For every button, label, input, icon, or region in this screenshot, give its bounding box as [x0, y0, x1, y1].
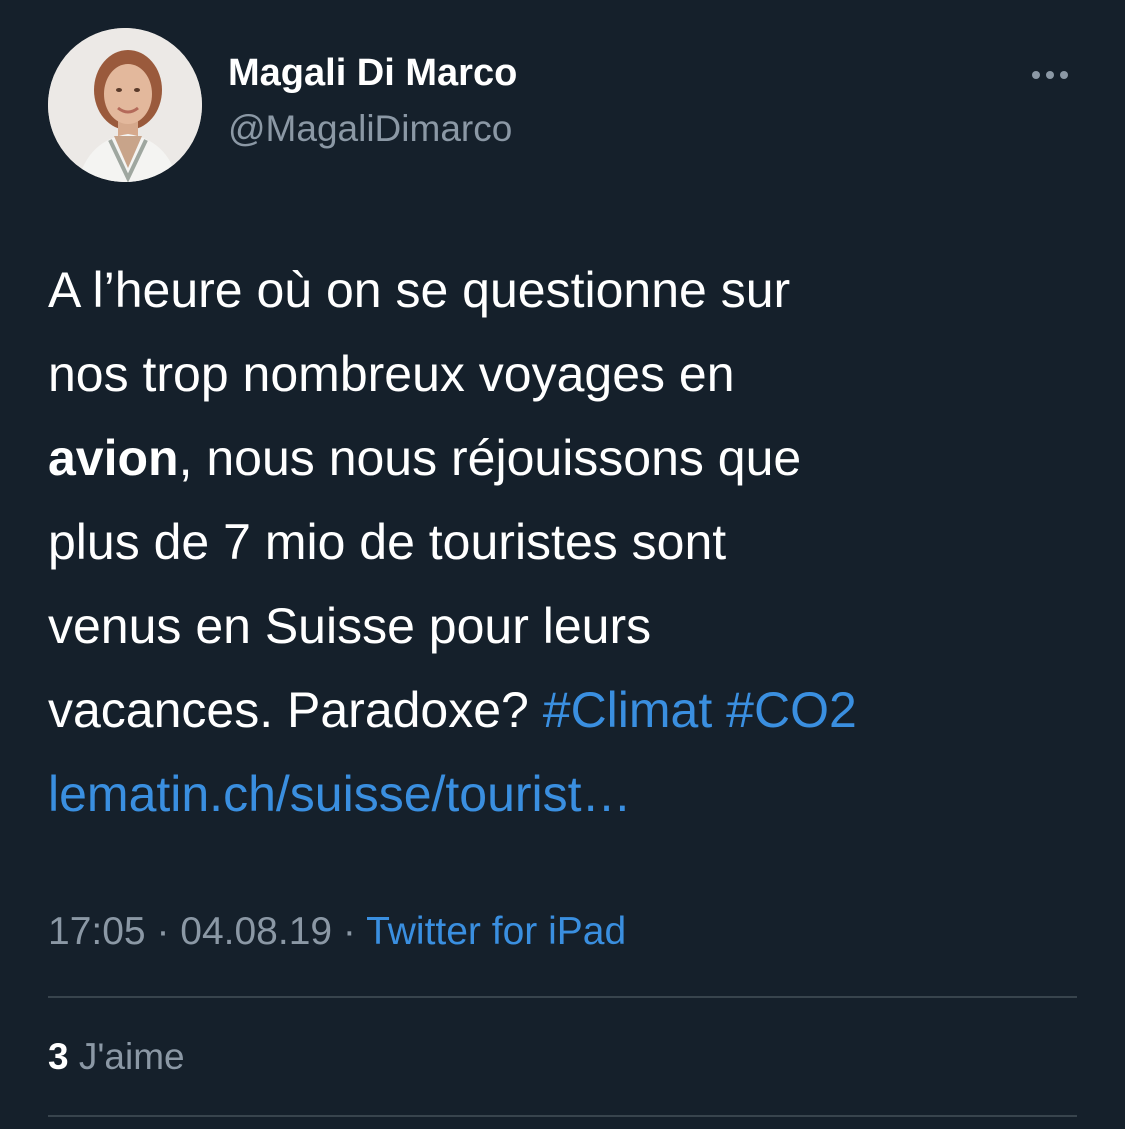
tweet-line-text: A l’heure où on se questionne sur [48, 262, 791, 318]
meta-separator: · [332, 910, 367, 953]
more-horizontal-icon [1032, 71, 1040, 79]
hashtag-climat-link[interactable]: #Climat [543, 682, 712, 738]
more-options-button[interactable] [1022, 58, 1078, 92]
tweet-line-text: nos trop nombreux voyages en [48, 346, 735, 402]
likes-label: J'aime [78, 1036, 185, 1077]
tweet-bold-word: avion [48, 430, 179, 486]
tweet-line: vacances. Paradoxe? #Climat #CO2 [48, 668, 1098, 752]
author-name[interactable]: Magali Di Marco [228, 52, 517, 95]
tweet-line-text: plus de 7 mio de touristes sont [48, 514, 727, 570]
author-handle[interactable]: @MagaliDimarco [228, 108, 512, 150]
tweet-line-text: vacances. Paradoxe? [48, 682, 543, 738]
more-horizontal-icon-dot [1060, 71, 1068, 79]
divider [48, 1115, 1077, 1117]
tweet-meta: 17:05 · 04.08.19 · Twitter for iPad [48, 910, 626, 954]
article-link[interactable]: lematin.ch/suisse/tourist… [48, 766, 632, 822]
tweet-line: plus de 7 mio de touristes sont [48, 500, 1098, 584]
tweet: Magali Di Marco @MagaliDimarco A l’heure… [0, 0, 1125, 1129]
tweet-line: lematin.ch/suisse/tourist… [48, 752, 1098, 836]
tweet-line: avion, nous nous réjouissons que [48, 416, 1098, 500]
tweet-line-text: , nous nous réjouissons que [178, 430, 802, 486]
tweet-line: A l’heure où on se questionne sur [48, 248, 1098, 332]
likes-count: 3 [48, 1036, 69, 1077]
divider [48, 996, 1077, 998]
avatar[interactable] [48, 28, 202, 182]
tweet-line-text: venus en Suisse pour leurs [48, 598, 652, 654]
hashtag-co2-link[interactable]: #CO2 [726, 682, 857, 738]
tweet-time[interactable]: 17:05 [48, 910, 146, 953]
tweet-source-link[interactable]: Twitter for iPad [366, 910, 626, 953]
tweet-line: nos trop nombreux voyages en [48, 332, 1098, 416]
more-horizontal-icon-dot [1046, 71, 1054, 79]
tweet-line: venus en Suisse pour leurs [48, 584, 1098, 668]
likes-stat[interactable]: 3 J'aime [48, 1036, 185, 1078]
tweet-text: A l’heure où on se questionne sur nos tr… [48, 248, 1098, 836]
tweet-date[interactable]: 04.08.19 [180, 910, 332, 953]
meta-separator: · [145, 910, 181, 953]
